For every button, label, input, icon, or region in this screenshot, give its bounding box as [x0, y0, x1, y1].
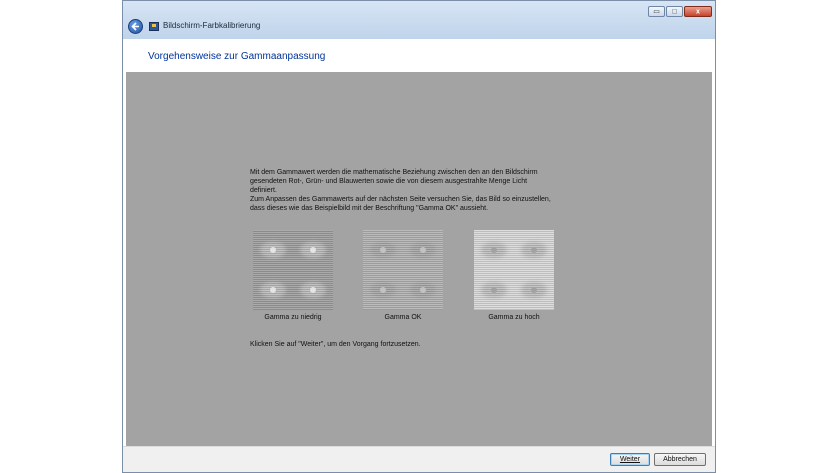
calibration-window: Bildschirm-Farbkalibrierung ▭ □ x Vorgeh… — [122, 0, 716, 473]
close-button[interactable]: x — [684, 6, 712, 17]
description-text: Mit dem Gammawert werden die mathematisc… — [250, 169, 551, 212]
maximize-icon: □ — [672, 8, 677, 15]
cancel-button-label: Abbrechen — [663, 456, 697, 463]
button-bar: Weiter Abbrechen — [123, 446, 715, 472]
sample-stripes — [253, 230, 333, 310]
sample-dot — [310, 247, 316, 253]
page-title: Vorgehensweise zur Gammaanpassung — [148, 51, 326, 62]
title-bar: Bildschirm-Farbkalibrierung ▭ □ x — [123, 1, 715, 39]
sample-dot — [270, 247, 276, 253]
sample-stripes — [363, 230, 443, 310]
arrow-left-icon — [131, 22, 139, 31]
sample-dot — [531, 247, 537, 253]
color-calibration-icon — [149, 22, 159, 31]
window-title: Bildschirm-Farbkalibrierung — [163, 21, 261, 30]
back-button[interactable] — [128, 19, 143, 34]
page-header: Vorgehensweise zur Gammaanpassung — [123, 39, 715, 72]
sample-dot — [380, 247, 386, 253]
cancel-button[interactable]: Abbrechen — [654, 453, 706, 466]
sample-dot — [420, 287, 426, 293]
sample-dot — [491, 247, 497, 253]
sample-gamma-too-low — [253, 230, 333, 310]
minimize-icon: ▭ — [653, 8, 660, 15]
sample-gamma-ok — [363, 230, 443, 310]
maximize-button[interactable]: □ — [666, 6, 683, 17]
sample-label-too-low: Gamma zu niedrig — [264, 314, 322, 321]
next-button-label: Weiter — [619, 456, 641, 463]
instruction-hint: Klicken Sie auf "Weiter", um den Vorgang… — [250, 341, 421, 348]
minimize-button[interactable]: ▭ — [648, 6, 665, 17]
content-area: Mit dem Gammawert werden die mathematisc… — [126, 72, 712, 446]
sample-dot — [531, 287, 537, 293]
sample-dot — [310, 287, 316, 293]
sample-stripes — [474, 230, 554, 310]
close-icon: x — [696, 8, 700, 15]
sample-label-too-high: Gamma zu hoch — [488, 314, 540, 321]
sample-gamma-too-high — [474, 230, 554, 310]
sample-label-ok: Gamma OK — [384, 314, 422, 321]
window-controls: ▭ □ x — [648, 6, 712, 18]
sample-dot — [491, 287, 497, 293]
next-button[interactable]: Weiter — [610, 453, 650, 466]
sample-dot — [420, 247, 426, 253]
sample-dot — [380, 287, 386, 293]
sample-dot — [270, 287, 276, 293]
